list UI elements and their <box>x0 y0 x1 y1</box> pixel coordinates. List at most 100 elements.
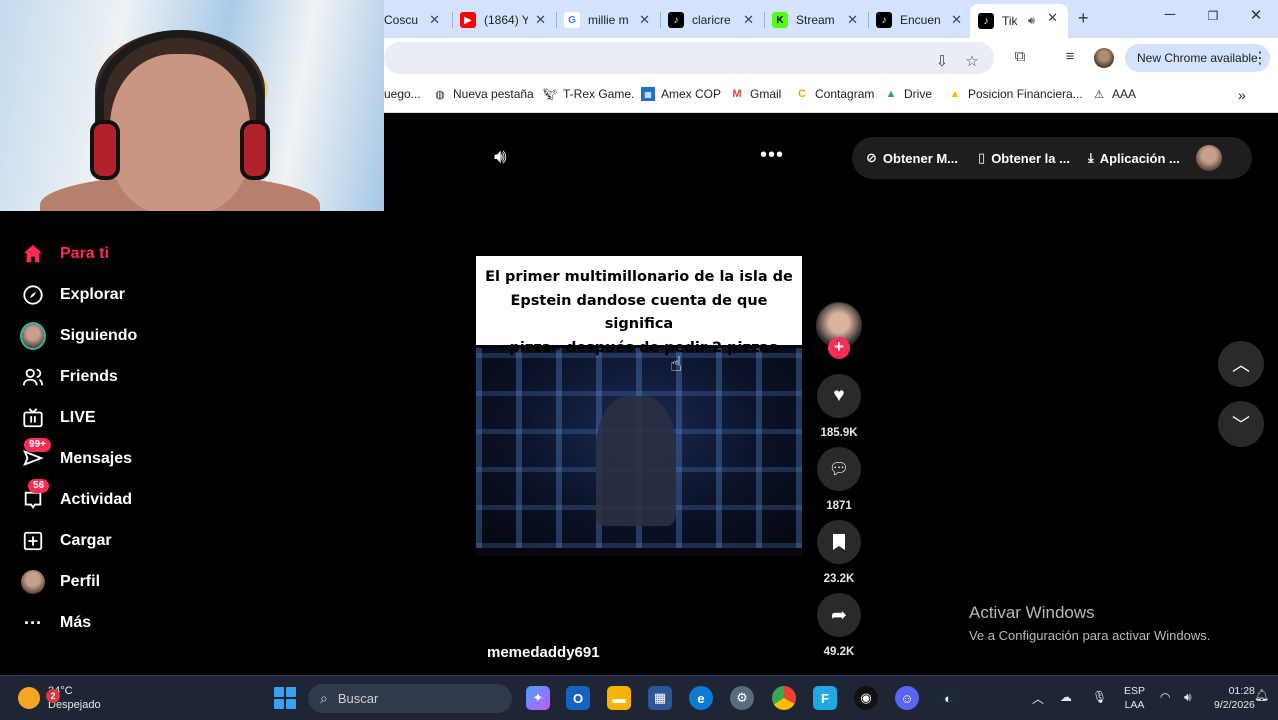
media-controls-icon[interactable]: ≡ <box>1060 48 1080 65</box>
tab-4[interactable]: ♪ claricre ✕ <box>660 6 764 34</box>
wifi-icon[interactable]: ◠ <box>1160 690 1170 704</box>
close-tab-icon[interactable]: ✕ <box>1047 10 1058 26</box>
tab-1[interactable]: Coscu S ✕ <box>384 6 450 34</box>
sun-weather-icon <box>18 687 40 709</box>
minimize-window-icon[interactable]: ─ <box>1155 6 1185 23</box>
save-count: 23.2K <box>823 573 855 585</box>
tab-6[interactable]: ♪ Encuen ✕ <box>868 6 972 34</box>
discord-icon[interactable]: ☺ <box>895 686 919 710</box>
desktop-app-button[interactable]: ⤓ Aplicación ... <box>1088 150 1180 166</box>
edge-icon[interactable]: e <box>689 686 713 710</box>
steam-icon[interactable]: ◐ <box>936 686 960 710</box>
bookmark-item[interactable]: ⚠︎ AAA <box>1092 87 1136 101</box>
microphone-icon[interactable]: 🎙︎ <box>1092 690 1107 704</box>
caption-line: El primer multimillonario de la isla de <box>485 269 793 285</box>
share-action[interactable]: ➦ 49.2K <box>816 593 862 658</box>
extensions-icon[interactable]: ⧉ <box>1010 48 1030 65</box>
nav-live[interactable]: LIVE <box>20 402 96 434</box>
file-explorer-icon[interactable]: ▬ <box>607 686 631 710</box>
new-chrome-available-button[interactable]: New Chrome available <box>1125 44 1270 72</box>
bookmark-item[interactable]: 🦖︎ T-Rex Game. <box>543 87 634 101</box>
close-tab-icon[interactable]: ✕ <box>743 12 754 28</box>
phone-icon: ▯ <box>978 150 986 165</box>
microsoft-store-icon[interactable]: ▦ <box>648 686 672 710</box>
speaker-icon[interactable]: 🔊︎ <box>1184 690 1192 705</box>
restore-window-icon[interactable]: ❐ <box>1198 9 1228 23</box>
outlook-icon[interactable]: O <box>566 686 590 710</box>
previous-video-button[interactable]: ︿ <box>1218 341 1264 387</box>
next-video-button[interactable]: ﹀ <box>1218 401 1264 447</box>
tiktok-icon: ♪ <box>978 13 994 29</box>
more-options-icon[interactable]: ••• <box>760 144 784 167</box>
address-bar[interactable]: ⇩ ☆ <box>384 42 994 74</box>
follow-plus-icon[interactable]: + <box>828 337 850 359</box>
nav-explorar[interactable]: Explorar <box>20 279 125 311</box>
copilot-icon[interactable]: ✦ <box>526 686 550 710</box>
nav-actividad[interactable]: 56 Actividad <box>20 479 132 516</box>
weather-widget[interactable]: 2 24°C Despejado <box>18 684 101 712</box>
chrome-icon[interactable] <box>772 686 796 710</box>
nav-cargar[interactable]: Cargar <box>20 525 112 557</box>
bookmark-item[interactable]: uego... <box>384 87 421 101</box>
install-app-icon[interactable]: ⇩ <box>932 52 952 70</box>
settings-gear-icon[interactable]: ⚙ <box>730 686 754 710</box>
forms-icon[interactable]: F <box>813 686 837 710</box>
audio-playing-icon[interactable]: 🔊︎ <box>1028 15 1035 28</box>
triangle-icon: ⚠︎ <box>1094 88 1104 101</box>
caption-line: Epstein dandose cuenta de que significa <box>510 292 768 333</box>
system-clock[interactable]: 01:28 9/2/2026 <box>1214 684 1255 712</box>
like-action[interactable]: ♥ 185.9K <box>816 374 862 439</box>
chrome-profile-avatar[interactable] <box>1094 48 1114 68</box>
bookmarks-overflow-icon[interactable]: » <box>1238 87 1246 103</box>
nav-mensajes[interactable]: 99+ Mensajes <box>20 438 132 475</box>
nav-friends[interactable]: Friends <box>20 361 118 393</box>
tab-2[interactable]: ▶ (1864) Y ✕ <box>452 6 556 34</box>
cloud-sync-icon[interactable]: ☁ <box>1060 690 1072 704</box>
close-tab-icon[interactable]: ✕ <box>847 12 858 28</box>
inbox-icon: 56 <box>20 479 50 513</box>
tab-7-active[interactable]: ♪ Tik 🔊︎ ✕ <box>970 4 1068 38</box>
taskbar-search[interactable]: ⌕ Buscar <box>308 684 512 713</box>
bookmark-item[interactable]: ▦ Amex COP <box>641 87 721 101</box>
share-arrow-icon[interactable]: ➦ <box>817 593 861 637</box>
close-window-icon[interactable]: ✕ <box>1241 6 1271 24</box>
notification-bell-icon[interactable]: 🔔︎ <box>1254 688 1269 702</box>
obs-icon[interactable]: ◉ <box>854 686 878 710</box>
get-coins-button[interactable]: ⊘ Obtener M... <box>866 150 958 166</box>
comment-icon[interactable]: 💬︎ <box>817 447 861 491</box>
tab-5[interactable]: K Stream ✕ <box>764 6 868 34</box>
more-dots-icon: ··· <box>24 612 42 633</box>
video-author[interactable]: memedaddy691 <box>487 644 600 661</box>
nav-siguiendo[interactable]: Siguiendo <box>20 320 137 352</box>
video-player[interactable]: El primer multimillonario de la isla de … <box>476 256 802 556</box>
get-app-button[interactable]: ▯ Obtener la ... <box>978 150 1070 166</box>
bookmark-item[interactable]: ◍ Nueva pestaña <box>433 87 534 101</box>
account-avatar[interactable] <box>1195 145 1222 171</box>
save-action[interactable]: 23.2K <box>816 520 862 585</box>
nav-perfil[interactable]: Perfil <box>20 566 100 598</box>
close-tab-icon[interactable]: ✕ <box>951 12 962 28</box>
nav-para-ti[interactable]: Para ti <box>20 238 109 270</box>
close-tab-icon[interactable]: ✕ <box>429 12 440 28</box>
new-tab-button[interactable]: + <box>1078 8 1089 29</box>
nav-mas[interactable]: ··· Más <box>20 607 91 639</box>
tray-overflow-chevron-icon[interactable]: ︿ <box>1032 690 1044 707</box>
bookmark-icon[interactable] <box>817 520 861 564</box>
close-tab-icon[interactable]: ✕ <box>535 12 546 28</box>
bookmark-star-icon[interactable]: ☆ <box>962 52 982 70</box>
video-figure <box>596 396 676 526</box>
bookmark-item[interactable]: ▲ Posicion Financiera... <box>948 87 1083 101</box>
volume-icon[interactable]: 🔊︎ <box>494 146 507 169</box>
chrome-menu-icon[interactable]: ⋮ <box>1252 48 1268 68</box>
comment-action[interactable]: 💬︎ 1871 <box>816 447 862 512</box>
windows-start-icon[interactable] <box>274 687 296 709</box>
tiktok-icon: ♪ <box>668 12 684 28</box>
bookmark-item[interactable]: C Contagram <box>795 87 874 101</box>
bookmark-item[interactable]: ▲ Drive <box>884 87 932 101</box>
input-language[interactable]: ESP LAA <box>1124 684 1145 712</box>
close-tab-icon[interactable]: ✕ <box>639 12 650 28</box>
chevron-down-icon: ﹀ <box>1232 415 1250 435</box>
heart-icon[interactable]: ♥ <box>817 374 861 418</box>
tab-3[interactable]: G millie m ✕ <box>556 6 660 34</box>
bookmark-item[interactable]: M Gmail <box>730 87 781 101</box>
